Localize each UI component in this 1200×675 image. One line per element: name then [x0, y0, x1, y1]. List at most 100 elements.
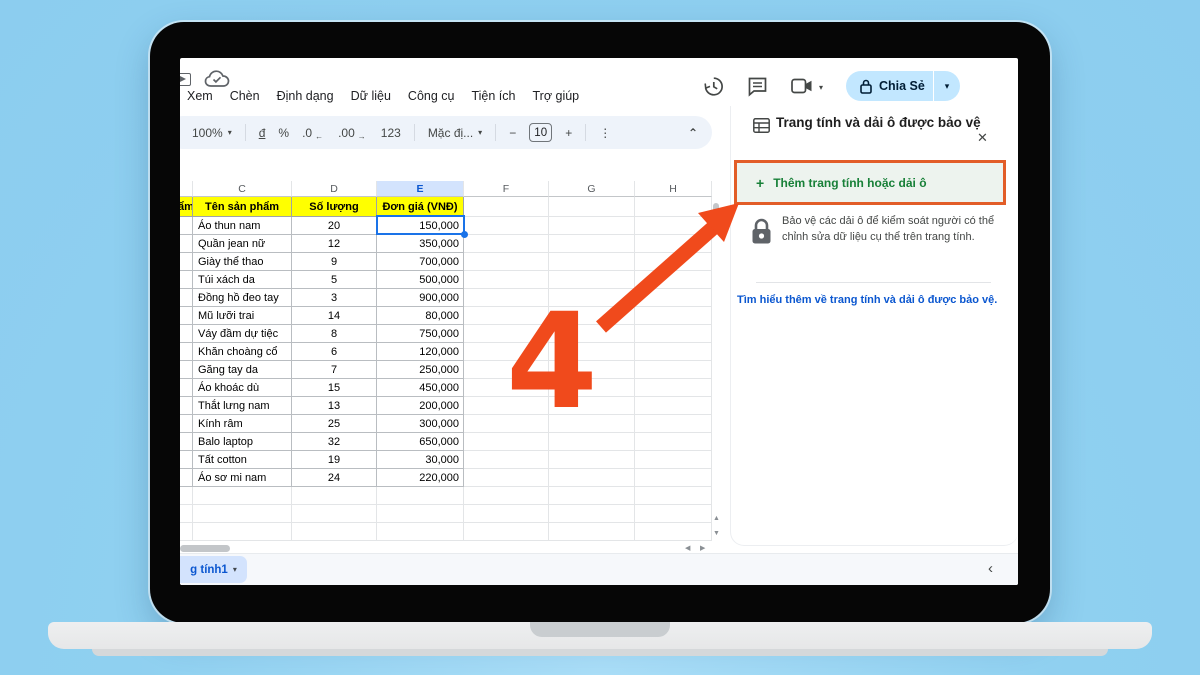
cell[interactable]: [635, 343, 712, 361]
cell[interactable]: [180, 523, 193, 541]
cell[interactable]: [464, 197, 549, 217]
cell[interactable]: [635, 253, 712, 271]
cell-quantity[interactable]: 5: [292, 271, 377, 289]
scroll-left-icon[interactable]: ◀: [685, 544, 690, 552]
header-cell-qty[interactable]: Số lượng: [292, 197, 377, 217]
cell[interactable]: [292, 487, 377, 505]
cell-partial[interactable]: [180, 469, 193, 487]
cell-partial[interactable]: [180, 253, 193, 271]
increase-decimal-button[interactable]: .00 →: [338, 126, 368, 142]
increase-font-size-button[interactable]: +: [565, 126, 572, 140]
more-options-icon[interactable]: ⋮: [599, 126, 611, 140]
horizontal-scrollbar-thumb[interactable]: [180, 545, 230, 552]
cell-product-name[interactable]: Balo laptop: [193, 433, 292, 451]
cell-quantity[interactable]: 20: [292, 217, 377, 235]
cell-quantity[interactable]: 12: [292, 235, 377, 253]
move-document-icon[interactable]: [180, 73, 191, 86]
column-header-partial[interactable]: [180, 181, 193, 197]
cell[interactable]: [464, 469, 549, 487]
cell-product-name[interactable]: Găng tay da: [193, 361, 292, 379]
cell[interactable]: [180, 505, 193, 523]
cell[interactable]: [464, 217, 549, 235]
cell-price[interactable]: 750,000: [377, 325, 464, 343]
scroll-right-icon[interactable]: ▶: [700, 544, 705, 552]
cell[interactable]: [635, 379, 712, 397]
zoom-select[interactable]: 100% ▾: [192, 126, 232, 140]
cell-product-name[interactable]: Túi xách da: [193, 271, 292, 289]
cell-quantity[interactable]: 25: [292, 415, 377, 433]
cell[interactable]: [549, 523, 635, 541]
cell-partial[interactable]: [180, 415, 193, 433]
cell[interactable]: [549, 451, 635, 469]
sheet-tab[interactable]: g tính1 ▾: [180, 556, 247, 583]
cell[interactable]: [635, 433, 712, 451]
video-call-caret-icon[interactable]: ▾: [819, 83, 823, 92]
menu-item-dữ-liệu[interactable]: Dữ liệu: [351, 89, 391, 103]
comment-icon[interactable]: [747, 76, 768, 97]
cell[interactable]: [549, 217, 635, 235]
cell-partial[interactable]: [180, 289, 193, 307]
header-cell-price[interactable]: Đơn giá (VNĐ): [377, 197, 464, 217]
cell-quantity[interactable]: 19: [292, 451, 377, 469]
cell[interactable]: [635, 523, 712, 541]
learn-more-link[interactable]: Tìm hiểu thêm về trang tính và dải ô đượ…: [737, 294, 1015, 306]
cell[interactable]: [193, 487, 292, 505]
cell[interactable]: [549, 505, 635, 523]
cell-quantity[interactable]: 13: [292, 397, 377, 415]
cell[interactable]: [193, 505, 292, 523]
header-cell-partial[interactable]: ẩm: [180, 197, 193, 217]
column-header-F[interactable]: F: [464, 181, 549, 197]
number-format-button[interactable]: 123: [381, 126, 401, 140]
cell-price[interactable]: 350,000: [377, 235, 464, 253]
cell-price[interactable]: 120,000: [377, 343, 464, 361]
cell[interactable]: [635, 361, 712, 379]
cell[interactable]: [635, 235, 712, 253]
cell[interactable]: [464, 523, 549, 541]
column-header-C[interactable]: C: [193, 181, 292, 197]
cell[interactable]: [464, 451, 549, 469]
cell-price[interactable]: 450,000: [377, 379, 464, 397]
cell[interactable]: [635, 289, 712, 307]
cell-partial[interactable]: [180, 343, 193, 361]
cell-quantity[interactable]: 8: [292, 325, 377, 343]
decrease-decimal-button[interactable]: .0 ←: [302, 126, 325, 142]
cell-partial[interactable]: [180, 307, 193, 325]
menu-item-công-cụ[interactable]: Công cụ: [408, 89, 455, 103]
font-size-input[interactable]: 10: [529, 123, 553, 142]
cell-price[interactable]: 220,000: [377, 469, 464, 487]
cell[interactable]: [635, 487, 712, 505]
share-dropdown-caret-icon[interactable]: ▾: [934, 81, 960, 92]
cell[interactable]: [464, 505, 549, 523]
cell-price[interactable]: 650,000: [377, 433, 464, 451]
cell-product-name[interactable]: Kính râm: [193, 415, 292, 433]
cell-product-name[interactable]: Mũ lưỡi trai: [193, 307, 292, 325]
share-button[interactable]: Chia Sẻ ▾: [846, 71, 960, 101]
column-header-H[interactable]: H: [635, 181, 712, 197]
cell-quantity[interactable]: 7: [292, 361, 377, 379]
cell[interactable]: [377, 505, 464, 523]
video-call-icon[interactable]: [791, 78, 813, 94]
cell[interactable]: [464, 487, 549, 505]
column-header-E[interactable]: E: [377, 181, 464, 197]
cell-partial[interactable]: [180, 451, 193, 469]
cell[interactable]: [193, 523, 292, 541]
version-history-icon[interactable]: [703, 76, 724, 97]
cell[interactable]: [180, 487, 193, 505]
cell[interactable]: [635, 325, 712, 343]
fill-handle[interactable]: [461, 231, 468, 238]
cell-partial[interactable]: [180, 217, 193, 235]
currency-format-button[interactable]: đ: [259, 126, 266, 140]
close-panel-icon[interactable]: ✕: [977, 130, 988, 146]
menu-item-chèn[interactable]: Chèn: [230, 89, 260, 103]
percent-format-button[interactable]: %: [278, 126, 289, 140]
cell-product-name[interactable]: Tất cotton: [193, 451, 292, 469]
column-header-G[interactable]: G: [549, 181, 635, 197]
cell[interactable]: [635, 415, 712, 433]
cell[interactable]: [464, 253, 549, 271]
cell[interactable]: [635, 451, 712, 469]
cell-quantity[interactable]: 14: [292, 307, 377, 325]
cell-partial[interactable]: [180, 325, 193, 343]
cell[interactable]: [377, 487, 464, 505]
scroll-down-icon[interactable]: ▼: [713, 530, 720, 537]
cell-product-name[interactable]: Áo thun nam: [193, 217, 292, 235]
